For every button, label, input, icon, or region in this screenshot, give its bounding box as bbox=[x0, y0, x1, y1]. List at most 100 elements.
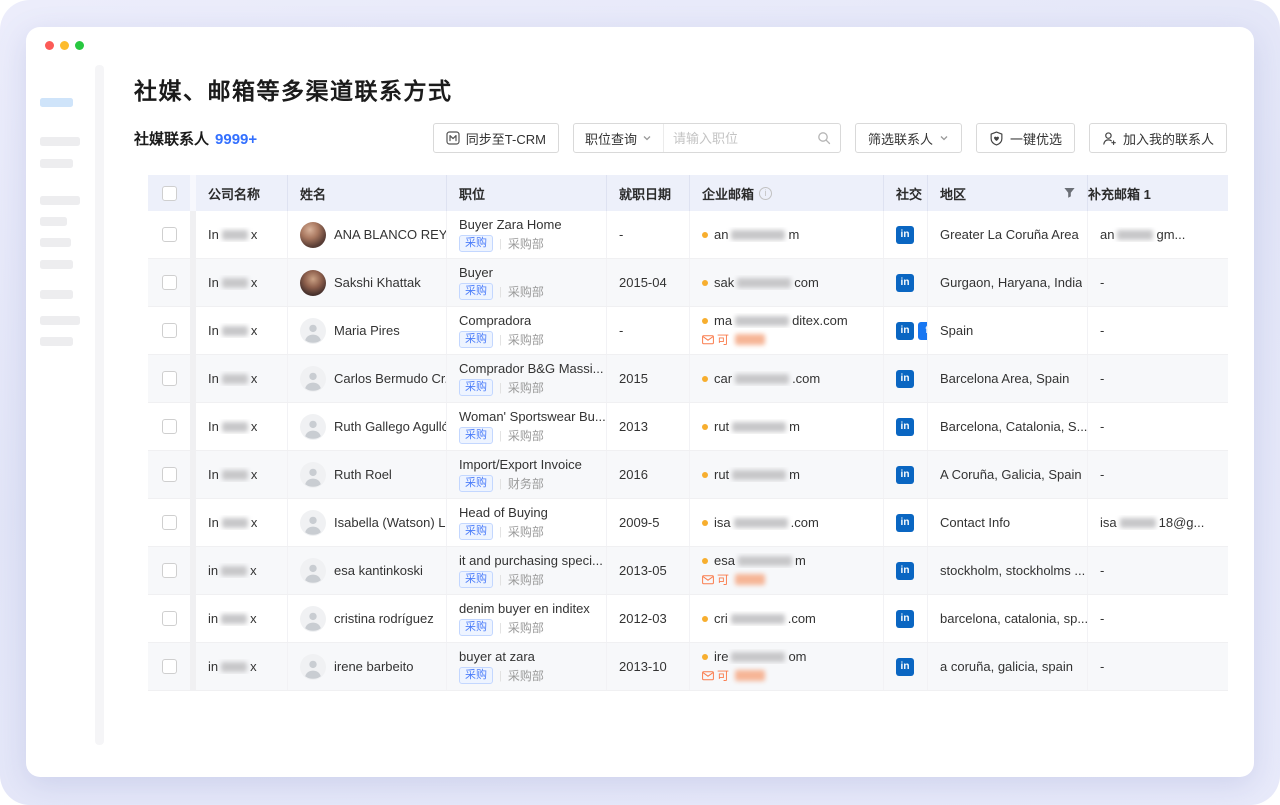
company-name: Inx bbox=[208, 227, 257, 242]
row-checkbox[interactable] bbox=[162, 659, 177, 674]
row-checkbox-cell bbox=[148, 595, 190, 642]
linkedin-icon[interactable]: in bbox=[896, 226, 914, 244]
linkedin-icon[interactable]: in bbox=[896, 514, 914, 532]
funnel-icon[interactable] bbox=[1063, 186, 1076, 199]
add-to-my-contacts-button[interactable]: 加入我的联系人 bbox=[1089, 123, 1227, 153]
region-text: Barcelona, Catalonia, S... bbox=[940, 419, 1087, 434]
table-header: 公司名称 姓名 职位 就职日期 企业邮箱i 社交 地区 补充邮箱 1 bbox=[148, 175, 1228, 211]
maximize-button[interactable] bbox=[75, 41, 84, 50]
linkedin-icon[interactable]: in bbox=[896, 562, 914, 580]
procurement-tag: 采购 bbox=[459, 475, 493, 492]
sync-tcrm-button[interactable]: 同步至T-CRM bbox=[433, 123, 559, 153]
avatar bbox=[300, 606, 326, 632]
company-name: Inx bbox=[208, 323, 257, 338]
job-query-label: 职位查询 bbox=[585, 129, 637, 148]
sync-tcrm-label: 同步至T-CRM bbox=[466, 129, 546, 148]
linkedin-icon[interactable]: in bbox=[896, 274, 914, 292]
job-search-combo: 职位查询 bbox=[573, 123, 841, 153]
row-checkbox[interactable] bbox=[162, 515, 177, 530]
linkedin-icon[interactable]: in bbox=[896, 322, 914, 340]
contact-name[interactable]: Maria Pires bbox=[334, 323, 400, 338]
contact-name[interactable]: esa kantinkoski bbox=[334, 563, 423, 578]
row-checkbox[interactable] bbox=[162, 563, 177, 578]
extra-email-cell: - bbox=[1088, 403, 1228, 450]
linkedin-icon[interactable]: in bbox=[896, 418, 914, 436]
sidebar-skeleton-item bbox=[40, 316, 80, 325]
contact-name[interactable]: Isabella (Watson) L... bbox=[334, 515, 446, 530]
job-title: Head of Buying bbox=[459, 505, 548, 520]
add-to-my-contacts-label: 加入我的联系人 bbox=[1123, 129, 1214, 148]
contact-name[interactable]: Ruth Gallego Agulló bbox=[334, 419, 446, 434]
sidebar-skeleton-item bbox=[40, 137, 80, 146]
name-cell: Ruth Roel bbox=[288, 451, 447, 498]
deliverable-label: 可 bbox=[717, 571, 729, 588]
search-icon[interactable] bbox=[817, 131, 831, 145]
position-cell: Buyer Zara Home 采购 | 采购部 bbox=[447, 211, 607, 258]
info-circle-icon[interactable]: i bbox=[759, 187, 772, 200]
email-cell: maditex.com 可 bbox=[690, 307, 884, 354]
sidebar-divider bbox=[95, 65, 104, 745]
contact-name[interactable]: irene barbeito bbox=[334, 659, 414, 674]
linkedin-icon[interactable]: in bbox=[896, 370, 914, 388]
column-header-extra-email: 补充邮箱 1 bbox=[1088, 175, 1228, 211]
region-cell: Greater La Coruña Area bbox=[928, 211, 1088, 258]
extra-email: - bbox=[1100, 659, 1104, 674]
social-cell: in bbox=[884, 259, 928, 306]
job-query-select[interactable]: 职位查询 bbox=[574, 124, 664, 152]
deliverable-label: 可 bbox=[717, 331, 729, 348]
chevron-down-icon bbox=[642, 133, 652, 143]
blurred-text bbox=[221, 662, 247, 672]
person-icon bbox=[300, 510, 326, 536]
extra-email-cell: - bbox=[1088, 355, 1228, 402]
department-label: 采购部 bbox=[508, 619, 544, 636]
close-button[interactable] bbox=[45, 41, 54, 50]
email-address: ireom bbox=[714, 649, 807, 664]
job-title: Compradora bbox=[459, 313, 531, 328]
row-checkbox[interactable] bbox=[162, 227, 177, 242]
facebook-icon[interactable]: f bbox=[918, 322, 928, 340]
extra-email: - bbox=[1100, 611, 1104, 626]
table-row: Inx Isabella (Watson) L... Head of Buyin… bbox=[148, 499, 1228, 547]
minimize-button[interactable] bbox=[60, 41, 69, 50]
linkedin-icon[interactable]: in bbox=[896, 610, 914, 628]
blurred-text bbox=[735, 670, 765, 681]
email-status-dot bbox=[702, 424, 708, 430]
job-search-input[interactable] bbox=[673, 131, 817, 146]
deliverable-badge: 可 bbox=[702, 571, 768, 588]
contacts-count-label: 社媒联系人9999+ bbox=[134, 128, 257, 149]
blurred-text bbox=[221, 614, 247, 624]
linkedin-icon[interactable]: in bbox=[896, 658, 914, 676]
row-checkbox[interactable] bbox=[162, 419, 177, 434]
deliverable-badge: 可 bbox=[702, 667, 768, 684]
row-checkbox-cell bbox=[148, 403, 190, 450]
blurred-text bbox=[222, 470, 248, 480]
toolbar: 社媒联系人9999+ 同步至T-CRM 职位查询 bbox=[134, 123, 1227, 153]
email-address: rutm bbox=[714, 419, 800, 434]
table-row: inx irene barbeito buyer at zara 采购 | 采购… bbox=[148, 643, 1228, 691]
row-checkbox[interactable] bbox=[162, 611, 177, 626]
contact-name[interactable]: Carlos Bermudo Cr... bbox=[334, 371, 446, 386]
row-checkbox[interactable] bbox=[162, 467, 177, 482]
blurred-text bbox=[737, 278, 791, 288]
one-click-optimize-button[interactable]: 一键优选 bbox=[976, 123, 1075, 153]
contact-name[interactable]: Ruth Roel bbox=[334, 467, 392, 482]
row-checkbox-cell bbox=[148, 547, 190, 594]
linkedin-icon[interactable]: in bbox=[896, 466, 914, 484]
contact-name[interactable]: cristina rodríguez bbox=[334, 611, 434, 626]
contact-name[interactable]: ANA BLANCO REY bbox=[334, 227, 446, 242]
table-row: Inx Sakshi Khattak Buyer 采购 | 采购部 2015-0… bbox=[148, 259, 1228, 307]
position-cell: denim buyer en inditex 采购 | 采购部 bbox=[447, 595, 607, 642]
row-checkbox[interactable] bbox=[162, 323, 177, 338]
company-cell: Inx bbox=[196, 211, 288, 258]
sidebar-skeleton-item bbox=[40, 238, 71, 247]
filter-contacts-button[interactable]: 筛选联系人 bbox=[855, 123, 962, 153]
sidebar-skeleton-item bbox=[40, 159, 73, 168]
blurred-text bbox=[1117, 230, 1153, 240]
position-cell: Comprador B&G Massi... 采购 | 采购部 bbox=[447, 355, 607, 402]
row-checkbox[interactable] bbox=[162, 275, 177, 290]
select-all-checkbox[interactable] bbox=[162, 186, 177, 201]
avatar bbox=[300, 462, 326, 488]
company-name: inx bbox=[208, 659, 257, 674]
row-checkbox[interactable] bbox=[162, 371, 177, 386]
contact-name[interactable]: Sakshi Khattak bbox=[334, 275, 421, 290]
